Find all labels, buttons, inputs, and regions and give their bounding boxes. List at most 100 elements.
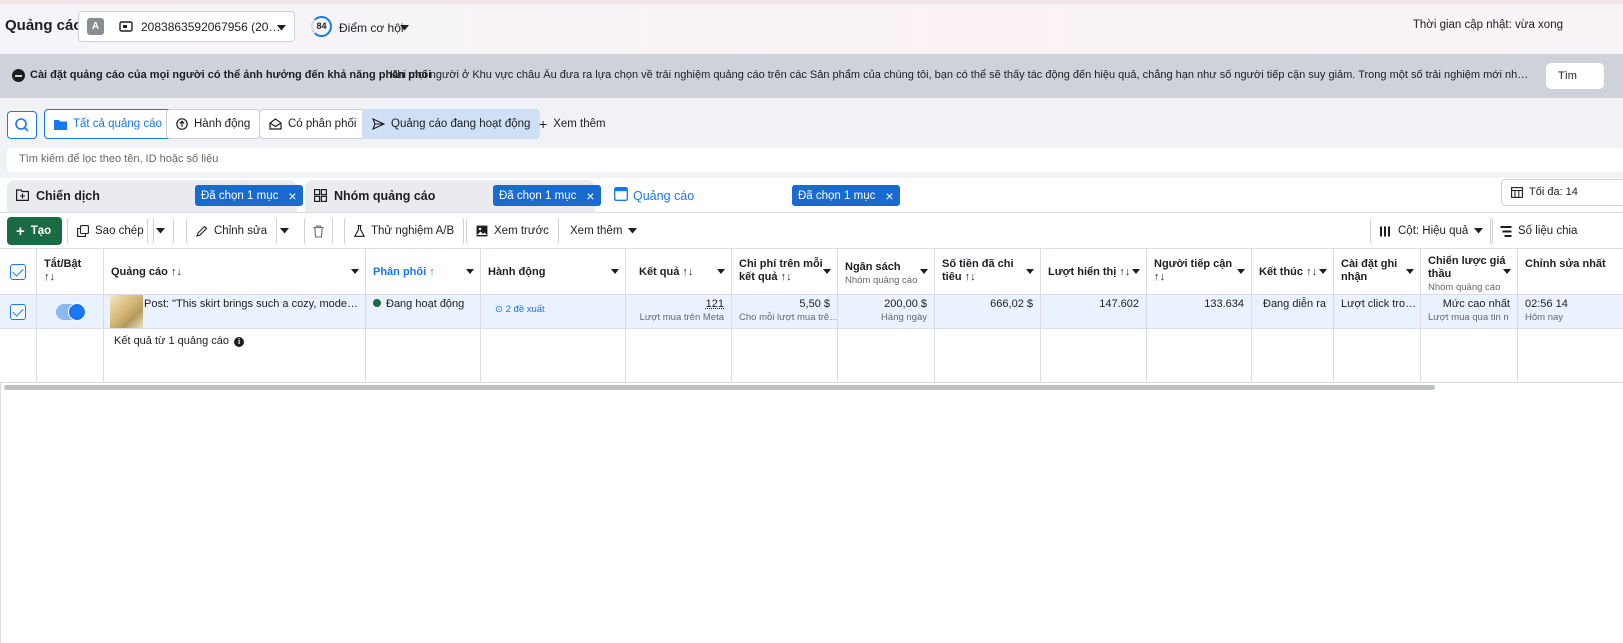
search-icon bbox=[15, 118, 29, 132]
more-label: Xem thêm bbox=[570, 225, 623, 237]
col-results-label: Kết quả bbox=[639, 266, 680, 278]
checkbox-checked-icon bbox=[10, 264, 26, 280]
copy-icon bbox=[77, 225, 89, 237]
col-cost-per-result[interactable]: Chi phí trên mỗi kết quả ↑↓ bbox=[732, 249, 838, 294]
col-attribution[interactable]: Cài đặt ghi nhận bbox=[1334, 249, 1421, 294]
create-button[interactable]: + Tạo bbox=[7, 217, 62, 245]
opportunity-score-label[interactable]: Điểm cơ hội bbox=[339, 21, 404, 35]
toggle-on-icon bbox=[56, 303, 86, 321]
col-budget-label: Ngân sách bbox=[845, 261, 901, 273]
col-impressions-label: Lượt hiển thị bbox=[1048, 266, 1117, 278]
edit-dropdown[interactable] bbox=[276, 217, 293, 245]
col-amount-spent[interactable]: Số tiền đã chi tiêu ↑↓ bbox=[935, 249, 1041, 294]
col-toggle[interactable]: Tắt/Bật ↑↓ bbox=[37, 249, 104, 294]
summary-cell-empty bbox=[1421, 329, 1518, 382]
tab-campaigns-selected-chip[interactable]: Đã chọn 1 mục × bbox=[195, 185, 303, 206]
filter-active-ads[interactable]: Quảng cáo đang hoạt động bbox=[362, 109, 541, 139]
select-all-checkbox[interactable] bbox=[0, 249, 37, 294]
col-last-edited[interactable]: Chỉnh sửa nhất bbox=[1518, 249, 1623, 294]
summary-cell-empty bbox=[366, 329, 481, 382]
tab-adsets-selected-chip[interactable]: Đã chọn 1 mục × bbox=[493, 185, 601, 206]
ends-cell: Đang diễn ra bbox=[1252, 295, 1334, 328]
notice-button[interactable]: Tìm bbox=[1545, 62, 1605, 90]
col-delivery[interactable]: Phân phối ↑ bbox=[366, 249, 481, 294]
col-budget[interactable]: Ngân sách Nhóm quảng cáo bbox=[838, 249, 935, 294]
tab-campaigns[interactable]: Chiến dịch Đã chọn 1 mục × bbox=[7, 180, 303, 212]
chevron-down-icon bbox=[351, 269, 359, 274]
sort-asc-icon: ↑ bbox=[429, 266, 435, 278]
chevron-down-icon bbox=[277, 25, 286, 31]
edited-sub: Hôm nay bbox=[1525, 312, 1564, 323]
results-value[interactable]: 121 bbox=[706, 298, 724, 310]
chevron-down-icon[interactable] bbox=[400, 25, 409, 31]
filter-all-ads-label: Tất cả quảng cáo bbox=[73, 118, 162, 130]
account-selector[interactable]: A 2083863592067956 (20… bbox=[78, 11, 295, 42]
col-ad[interactable]: Quảng cáo ↑↓ bbox=[104, 249, 366, 294]
ab-test-button[interactable]: Thử nghiệm A/B bbox=[344, 217, 465, 245]
create-label: Tạo bbox=[30, 225, 52, 237]
plus-icon: + bbox=[539, 116, 548, 132]
ad-name[interactable]: Post: "This skirt brings such a cozy, mo… bbox=[144, 295, 358, 310]
tab-ads[interactable]: Quảng cáo Đã chọn 1 mục × bbox=[604, 180, 900, 212]
filter-search-input[interactable]: Tìm kiếm để lọc theo tên, ID hoặc số liệ… bbox=[7, 148, 1623, 172]
edit-button[interactable]: Chỉnh sửa bbox=[186, 217, 278, 245]
col-reach[interactable]: Người tiếp cận ↑↓ bbox=[1147, 249, 1252, 294]
reach-cell: 133.634 bbox=[1147, 295, 1252, 328]
close-icon[interactable]: × bbox=[885, 188, 893, 204]
col-actions[interactable]: Hành động bbox=[481, 249, 626, 294]
duplicate-button[interactable]: Sao chép bbox=[67, 217, 154, 245]
notice-text: Khi mọi người ở Khu vực châu Âu đưa ra l… bbox=[390, 69, 1530, 81]
columns-button[interactable]: Cột: Hiệu quả bbox=[1370, 217, 1494, 245]
sort-icon: ↑↓ bbox=[170, 266, 182, 278]
col-bid-strategy-label: Chiến lược giá thầu bbox=[1428, 255, 1506, 280]
filter-more-label: Xem thêm bbox=[553, 118, 606, 130]
ad-name-cell[interactable]: Post: "This skirt brings such a cozy, mo… bbox=[104, 295, 366, 328]
duplicate-dropdown[interactable] bbox=[147, 217, 174, 245]
horizontal-scrollbar[interactable] bbox=[4, 385, 1435, 390]
chevron-down-icon bbox=[1319, 269, 1327, 274]
impressions-cell: 147.602 bbox=[1041, 295, 1147, 328]
summary-cell-empty bbox=[1518, 329, 1623, 382]
col-bid-strategy[interactable]: Chiến lược giá thầu Nhóm quảng cáo bbox=[1421, 249, 1518, 294]
filter-actions[interactable]: Hành động bbox=[166, 109, 261, 139]
edited-value: 02:56 14 bbox=[1525, 298, 1568, 310]
filter-active-ads-label: Quảng cáo đang hoạt động bbox=[391, 118, 531, 130]
actions-cell[interactable]: ⊙ 2 đề xuất bbox=[481, 295, 626, 328]
ad-toggle[interactable] bbox=[37, 295, 104, 328]
recommendations-link[interactable]: 2 đề xuất bbox=[506, 304, 545, 315]
breakdown-icon bbox=[1500, 225, 1512, 237]
search-button[interactable] bbox=[7, 111, 37, 139]
col-ends[interactable]: Kết thúc ↑↓ bbox=[1252, 249, 1334, 294]
info-icon[interactable]: i bbox=[234, 337, 245, 347]
date-range-button[interactable]: Tối đa: 14 bbox=[1501, 179, 1623, 206]
tab-ads-selected-chip[interactable]: Đã chọn 1 mục × bbox=[792, 185, 900, 206]
col-impressions[interactable]: Lượt hiển thị ↑↓ bbox=[1041, 249, 1147, 294]
opportunity-score-badge[interactable]: 84 bbox=[311, 16, 332, 37]
col-amount-spent-label: Số tiền đã chi tiêu bbox=[942, 258, 1014, 283]
filter-all-ads[interactable]: Tất cả quảng cáo bbox=[44, 109, 172, 139]
preview-button[interactable]: Xem trước bbox=[466, 217, 559, 245]
filter-delivering[interactable]: Có phân phối bbox=[259, 109, 367, 139]
col-results[interactable]: Kết quả ↑↓ bbox=[626, 249, 732, 294]
close-icon[interactable]: × bbox=[288, 188, 296, 204]
row-checkbox[interactable] bbox=[0, 295, 37, 328]
close-icon[interactable]: × bbox=[586, 188, 594, 204]
col-delivery-label: Phân phối bbox=[373, 266, 427, 278]
filter-more[interactable]: + Xem thêm bbox=[529, 109, 616, 139]
chevron-down-icon bbox=[1406, 269, 1414, 274]
notice-banner: Cài đặt quảng cáo của mọi người có thể ả… bbox=[0, 54, 1623, 98]
tab-adsets[interactable]: Nhóm quảng cáo Đã chọn 1 mục × bbox=[305, 180, 601, 212]
col-actions-label: Hành động bbox=[488, 266, 546, 278]
delivery-status: Đang hoạt động bbox=[386, 298, 465, 310]
table-row[interactable]: Post: "This skirt brings such a cozy, mo… bbox=[0, 295, 1623, 329]
chevron-down-icon bbox=[823, 269, 831, 274]
delete-button[interactable] bbox=[304, 217, 333, 245]
more-button[interactable]: Xem thêm bbox=[570, 217, 638, 245]
col-ends-label: Kết thúc bbox=[1259, 266, 1303, 278]
col-budget-sublabel: Nhóm quảng cáo bbox=[845, 275, 918, 286]
filter-delivering-label: Có phân phối bbox=[288, 118, 357, 130]
update-time: Thời gian cập nhật: vừa xong bbox=[1412, 19, 1563, 31]
ad-account-icon bbox=[119, 20, 133, 33]
delivery-cell: Đang hoạt động bbox=[366, 295, 481, 328]
breakdown-button[interactable]: Số liệu chia bbox=[1490, 217, 1586, 245]
